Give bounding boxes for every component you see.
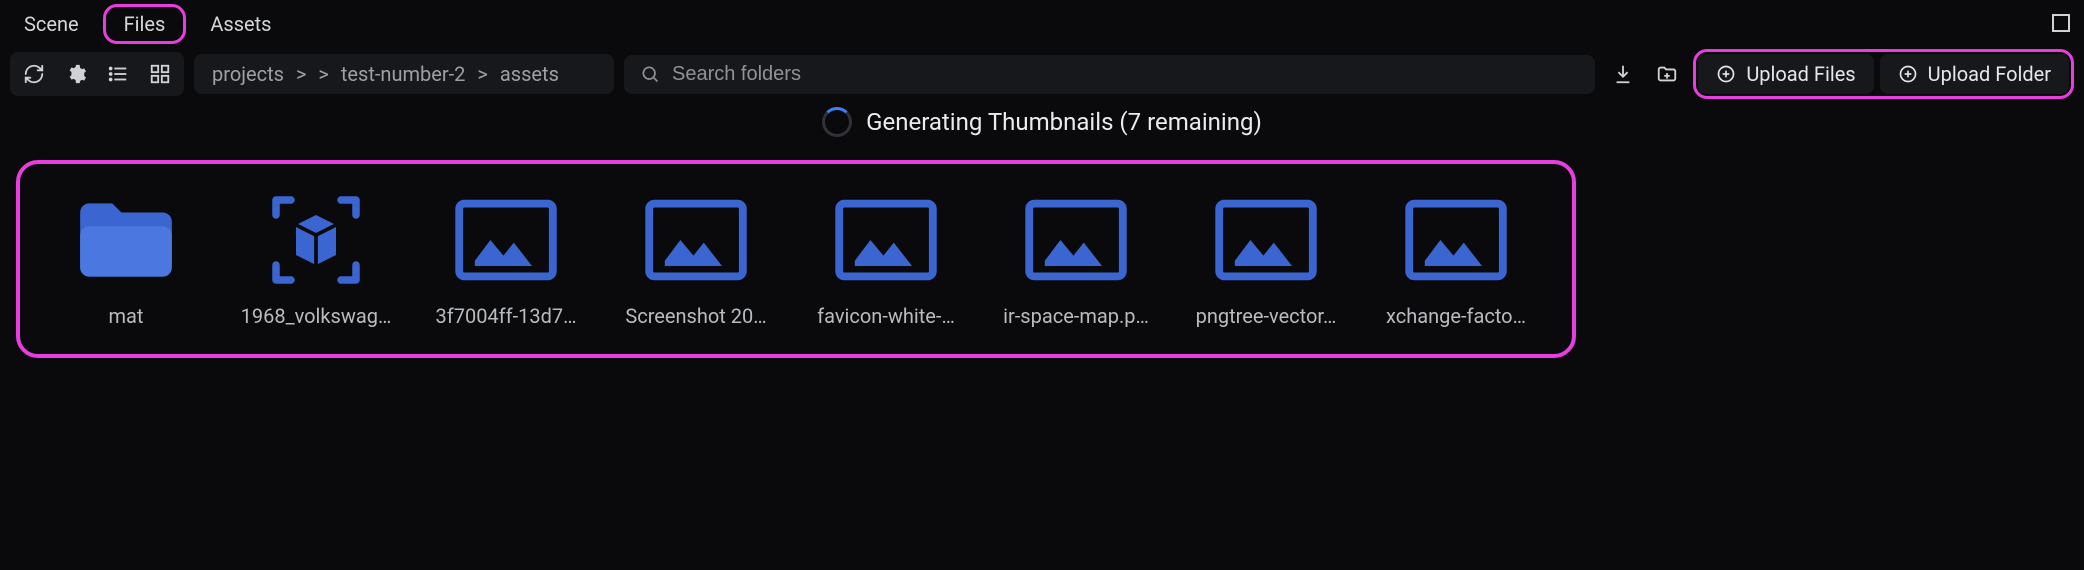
crumb-sep: > [477,62,487,86]
tab-assets[interactable]: Assets [194,4,287,44]
folder-item[interactable]: mat [36,190,216,328]
list-view-icon[interactable] [100,56,136,92]
image-item[interactable]: Screenshot 20… [606,190,786,328]
plus-circle-icon [1716,64,1736,84]
item-label: Screenshot 20… [625,304,766,328]
upload-files-label: Upload Files [1746,62,1855,86]
item-label: pngtree-vector… [1196,304,1337,328]
upload-files-button[interactable]: Upload Files [1698,54,1873,94]
crumb-mid[interactable]: test-number-2 [341,62,466,86]
image-icon [826,190,946,290]
breadcrumb[interactable]: projects > > test-number-2 > assets [194,54,614,94]
image-item[interactable]: pngtree-vector… [1176,190,1356,328]
refresh-icon[interactable] [16,56,52,92]
image-item[interactable]: favicon-white-… [796,190,976,328]
image-icon [1016,190,1136,290]
search-icon [640,64,660,84]
view-controls [10,52,184,96]
image-item[interactable]: ir-space-map.p… [986,190,1166,328]
spinner-icon [822,107,852,137]
item-label: mat [109,304,144,328]
image-icon [636,190,756,290]
status-row: Generating Thumbnails (7 remaining) [0,100,2084,144]
item-label: xchange-facto… [1386,304,1526,328]
gear-icon[interactable] [58,56,94,92]
toolbar: projects > > test-number-2 > assets Uplo… [0,48,2084,100]
model-icon [256,190,376,290]
upload-group: Upload Files Upload Folder [1693,49,2074,99]
plus-circle-icon [1898,64,1918,84]
crumb-leaf[interactable]: assets [500,62,559,86]
upload-folder-button[interactable]: Upload Folder [1880,54,2069,94]
download-icon[interactable] [1605,56,1641,92]
image-item[interactable]: xchange-facto… [1366,190,1546,328]
crumb-sep: > [296,62,306,86]
new-folder-icon[interactable] [1649,56,1685,92]
item-label: favicon-white-… [817,304,955,328]
item-label: 3f7004ff-13d7… [436,304,577,328]
right-actions: Upload Files Upload Folder [1605,49,2074,99]
item-label: 1968_volkswag… [241,304,392,328]
image-icon [446,190,566,290]
image-item[interactable]: 3f7004ff-13d7… [416,190,596,328]
items-grid: mat 1968_volkswag… 3f7004ff-13d7… Screen… [16,160,1576,358]
tab-bar: Scene Files Assets [0,0,2084,48]
folder-icon [66,190,186,290]
search-input[interactable] [672,63,1579,86]
image-icon [1396,190,1516,290]
search-box[interactable] [624,55,1595,94]
status-text: Generating Thumbnails (7 remaining) [866,108,1262,136]
tab-files[interactable]: Files [103,4,187,44]
grid-view-icon[interactable] [142,56,178,92]
crumb-root[interactable]: projects [212,62,284,86]
item-label: ir-space-map.p… [1003,304,1149,328]
crumb-sep: > [318,62,328,86]
maximize-icon[interactable] [2052,14,2070,32]
tab-scene[interactable]: Scene [8,4,95,44]
image-icon [1206,190,1326,290]
model-item[interactable]: 1968_volkswag… [226,190,406,328]
upload-folder-label: Upload Folder [1928,62,2051,86]
